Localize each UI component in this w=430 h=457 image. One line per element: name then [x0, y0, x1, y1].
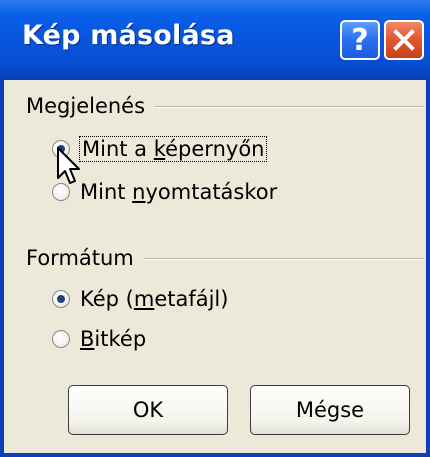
label-text: Mint	[80, 180, 133, 204]
appearance-group-divider	[154, 106, 424, 108]
mnemonic-letter: k	[153, 137, 166, 161]
format-group-label: Formátum	[26, 246, 142, 270]
cancel-button[interactable]: Mégse	[250, 385, 410, 435]
mnemonic-letter: B	[80, 327, 95, 351]
radio-button-unselected[interactable]	[52, 330, 70, 348]
close-button[interactable]	[384, 20, 424, 60]
help-icon: ?	[351, 22, 369, 58]
label-text: Mint a	[82, 137, 154, 161]
format-group-divider	[144, 258, 424, 260]
radio-metafile-label: Kép (metafájl)	[80, 287, 228, 311]
close-icon	[393, 29, 415, 51]
appearance-group-label: Megjelenés	[26, 94, 154, 118]
help-button[interactable]: ?	[340, 20, 380, 60]
label-text: épernyőn	[165, 137, 265, 161]
radio-metafile[interactable]: Kép (metafájl)	[52, 287, 228, 311]
radio-dot	[57, 295, 65, 303]
radio-bitmap[interactable]: Bitkép	[52, 327, 146, 351]
pointer-cursor-icon	[57, 147, 80, 184]
radio-bitmap-label: Bitkép	[80, 327, 146, 351]
title-bar[interactable]: Kép másolása ?	[0, 0, 430, 80]
label-text: etafájl)	[154, 287, 229, 311]
label-text: yomtatáskor	[145, 180, 278, 204]
mnemonic-letter: n	[132, 180, 146, 204]
radio-print-label: Mint nyomtatáskor	[80, 180, 277, 204]
radio-screen[interactable]: Mint a képernyőn	[52, 136, 268, 162]
copy-picture-dialog: Kép másolása ? Megjelenés Mint a képerny…	[0, 0, 430, 457]
ok-button[interactable]: OK	[68, 385, 228, 435]
label-text: Kép (	[80, 287, 134, 311]
radio-screen-label: Mint a képernyőn	[78, 136, 268, 162]
radio-print[interactable]: Mint nyomtatáskor	[52, 180, 277, 204]
label-text: itkép	[94, 327, 147, 351]
mnemonic-letter: m	[133, 287, 155, 311]
radio-button-selected[interactable]	[52, 290, 70, 308]
window-title: Kép másolása	[22, 20, 235, 51]
